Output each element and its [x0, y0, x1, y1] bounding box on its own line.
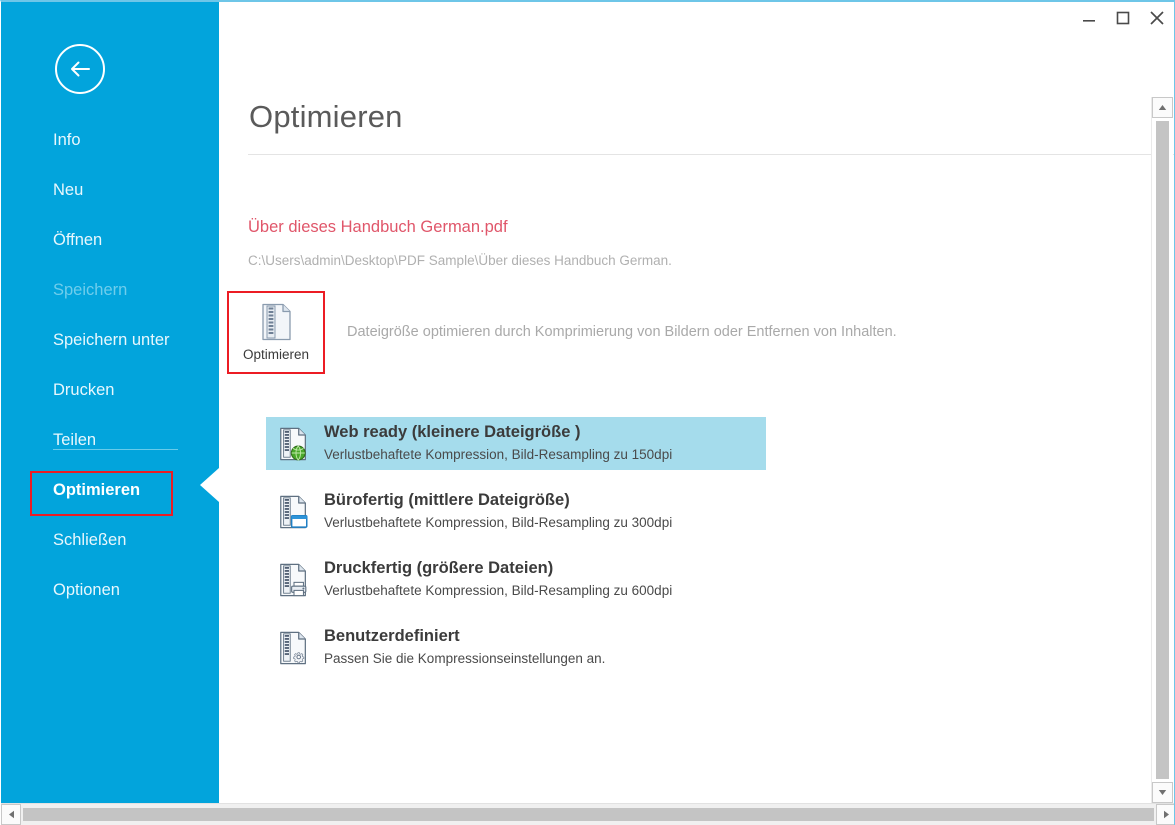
preset-title: Benutzerdefiniert: [324, 627, 460, 646]
title-bar: [219, 2, 1174, 34]
preset-text: Web ready (kleinere Dateigröße ) Verlust…: [324, 422, 672, 464]
compressed-document-icon: [262, 303, 291, 341]
horizontal-scroll-thumb[interactable]: [23, 808, 1154, 821]
sidebar-item-neu[interactable]: Neu: [1, 165, 219, 215]
scroll-down-button[interactable]: [1152, 782, 1173, 803]
sidebar-item-label: Speichern unter: [53, 330, 170, 349]
sidebar-item-info[interactable]: Info: [1, 115, 219, 165]
application-window: Info Neu Öffnen Speichern Speichern unte…: [0, 0, 1175, 825]
scroll-down-icon: [1158, 790, 1167, 795]
preset-text: Benutzerdefiniert Passen Sie die Kompres…: [324, 626, 605, 668]
sidebar-item-speichern: Speichern: [1, 265, 219, 315]
preset-item-web-ready[interactable]: Web ready (kleinere Dateigröße ) Verlust…: [266, 417, 766, 470]
preset-description: Verlustbehaftete Kompression, Bild-Resam…: [324, 447, 673, 463]
optimize-action-button[interactable]: Optimieren: [227, 291, 325, 374]
sidebar-item-label: Teilen: [53, 430, 97, 449]
close-icon: [1150, 11, 1164, 25]
back-button[interactable]: [55, 44, 105, 94]
preset-text: Druckfertig (größere Dateien) Verlustbeh…: [324, 558, 672, 600]
sidebar-item-speichern-unter[interactable]: Speichern unter: [1, 315, 219, 365]
sidebar-nav: Info Neu Öffnen Speichern Speichern unte…: [1, 115, 219, 615]
sidebar-item-label: Neu: [53, 180, 84, 199]
preset-description: Verlustbehaftete Kompression, Bild-Resam…: [324, 583, 673, 599]
sidebar-item-label: Drucken: [53, 380, 115, 399]
minimize-icon: [1083, 20, 1095, 22]
maximize-icon: [1116, 11, 1130, 25]
file-name: Über dieses Handbuch German.pdf: [248, 218, 508, 236]
sidebar-item-label: Speichern: [53, 280, 128, 299]
document-gear-icon: [280, 631, 306, 664]
maximize-button[interactable]: [1106, 3, 1140, 33]
vertical-scroll-thumb[interactable]: [1156, 121, 1169, 779]
scroll-right-icon: [1163, 810, 1169, 819]
preset-item-buerofertig[interactable]: Bürofertig (mittlere Dateigröße) Verlust…: [266, 485, 766, 538]
scroll-up-button[interactable]: [1152, 97, 1173, 118]
sidebar-item-teilen[interactable]: Teilen: [1, 415, 219, 465]
sidebar-item-label: Schließen: [53, 530, 127, 549]
document-monitor-icon: [280, 495, 308, 528]
sidebar-item-schliessen[interactable]: Schließen: [1, 515, 219, 565]
sidebar-item-label: Optionen: [53, 580, 120, 599]
document-printer-icon: [280, 563, 307, 596]
preset-title: Web ready (kleinere Dateigröße ): [324, 423, 581, 442]
sidebar-item-optimieren[interactable]: Optimieren: [1, 465, 219, 516]
document-globe-icon: [280, 427, 306, 461]
preset-title: Druckfertig (größere Dateien): [324, 559, 554, 578]
preset-list: Web ready (kleinere Dateigröße ) Verlust…: [266, 417, 766, 689]
scroll-left-icon: [8, 810, 14, 819]
horizontal-scrollbar[interactable]: [1, 803, 1174, 825]
vertical-scrollbar[interactable]: [1151, 97, 1173, 803]
title-divider: [248, 154, 1174, 155]
preset-title: Bürofertig (mittlere Dateigröße): [324, 491, 570, 510]
preset-text: Bürofertig (mittlere Dateigröße) Verlust…: [324, 490, 672, 532]
sidebar-item-label: Info: [53, 130, 81, 149]
back-arrow-icon: [71, 61, 90, 77]
close-button[interactable]: [1140, 3, 1174, 33]
sidebar-item-drucken[interactable]: Drucken: [1, 365, 219, 415]
scroll-left-button[interactable]: [1, 804, 21, 825]
preset-item-druckfertig[interactable]: Druckfertig (größere Dateien) Verlustbeh…: [266, 553, 766, 606]
minimize-button[interactable]: [1072, 3, 1106, 33]
main-content: Optimieren Über dieses Handbuch German.p…: [219, 34, 1174, 803]
file-path: C:\Users\admin\Desktop\PDF Sample\Über d…: [248, 253, 672, 268]
sidebar-divider: [53, 449, 178, 450]
preset-item-benutzerdefiniert[interactable]: Benutzerdefiniert Passen Sie die Kompres…: [266, 621, 766, 674]
sidebar-item-label: Öffnen: [53, 230, 103, 249]
sidebar-selection-pointer: [200, 468, 219, 502]
preset-description: Verlustbehaftete Kompression, Bild-Resam…: [324, 515, 673, 531]
sidebar: Info Neu Öffnen Speichern Speichern unte…: [1, 2, 219, 805]
scroll-up-icon: [1158, 105, 1167, 110]
sidebar-item-label: Optimieren: [53, 480, 141, 499]
preset-description: Passen Sie die Kompressionseinstellungen…: [324, 651, 606, 667]
sidebar-item-optionen[interactable]: Optionen: [1, 565, 219, 615]
sidebar-item-oeffnen[interactable]: Öffnen: [1, 215, 219, 265]
page-title: Optimieren: [249, 99, 403, 134]
optimize-action-label: Optimieren: [242, 347, 310, 362]
optimize-description: Dateigröße optimieren durch Komprimierun…: [347, 324, 897, 340]
scroll-right-button[interactable]: [1156, 804, 1174, 825]
